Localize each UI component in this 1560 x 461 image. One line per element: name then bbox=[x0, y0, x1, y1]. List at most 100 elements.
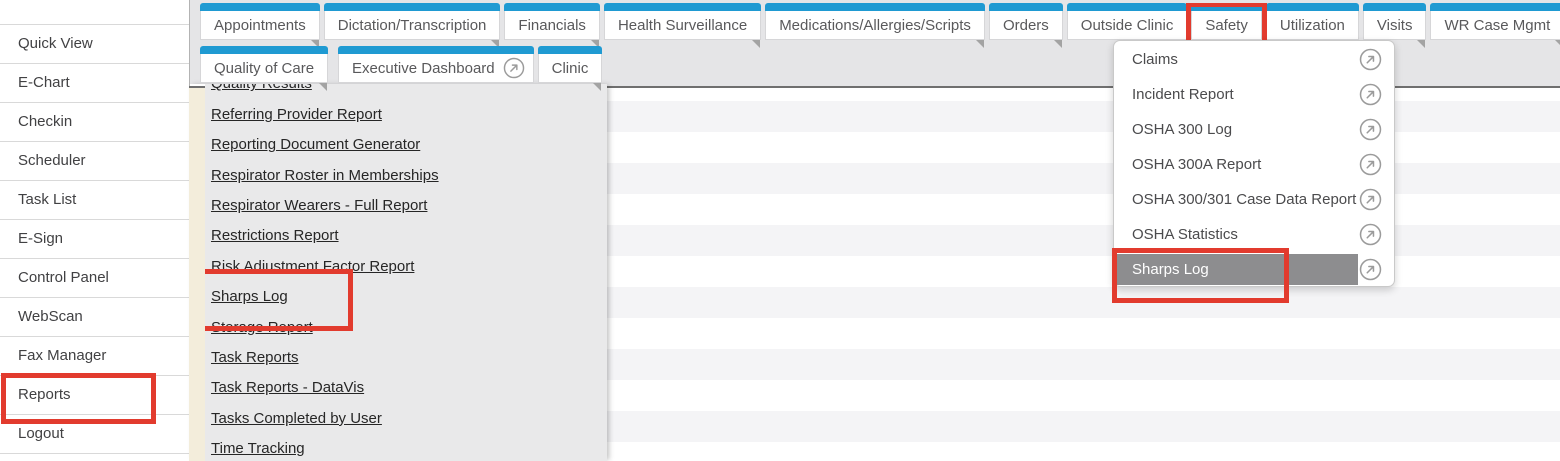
sidebar-item-label: Control Panel bbox=[18, 269, 109, 286]
sidebar-item[interactable]: E-Sign bbox=[0, 220, 189, 259]
sidebar-item[interactable]: Reports bbox=[0, 376, 189, 415]
module-tab[interactable]: WR Case Mgmt bbox=[1430, 3, 1560, 51]
module-tab[interactable]: Quality of Care bbox=[200, 46, 328, 94]
safety-menu-item[interactable]: Sharps Log bbox=[1114, 252, 1394, 287]
report-link[interactable]: Respirator Roster in Memberships bbox=[211, 167, 439, 184]
tab-accent-bar bbox=[1430, 3, 1560, 11]
tab-label: Safety bbox=[1205, 17, 1248, 34]
sidebar-item[interactable]: Checkin bbox=[0, 103, 189, 142]
sidebar-item-clipped bbox=[0, 0, 189, 25]
module-tab[interactable]: Orders bbox=[989, 3, 1063, 51]
sidebar-item[interactable]: Task List bbox=[0, 181, 189, 220]
safety-menu-item[interactable]: OSHA 300/301 Case Data Report bbox=[1114, 182, 1394, 217]
tab-accent-bar bbox=[989, 3, 1063, 11]
report-link[interactable]: Sharps Log bbox=[211, 288, 288, 305]
open-in-new-icon[interactable] bbox=[1359, 118, 1382, 141]
sidebar-item-label: E-Sign bbox=[18, 230, 63, 247]
open-in-new-icon[interactable] bbox=[1359, 48, 1382, 71]
safety-menu-item[interactable]: OSHA Statistics bbox=[1114, 217, 1394, 252]
report-link[interactable]: Time Tracking bbox=[211, 440, 305, 457]
report-link-row: Time Tracking bbox=[205, 432, 607, 461]
open-in-new-icon[interactable] bbox=[1359, 83, 1382, 106]
report-link[interactable]: Task Reports bbox=[211, 349, 299, 366]
module-tab[interactable]: Health Surveillance bbox=[604, 3, 761, 51]
open-in-new-icon[interactable] bbox=[1359, 223, 1382, 246]
tab-accent-bar bbox=[338, 46, 534, 54]
tab-accent-bar bbox=[504, 3, 600, 11]
sidebar-item[interactable]: Control Panel bbox=[0, 259, 189, 298]
report-link-row: Sharps Log bbox=[205, 280, 607, 310]
report-link[interactable]: Risk Adjustment Factor Report bbox=[211, 258, 414, 275]
report-link-list: Quality Results Referring Provider Repor… bbox=[205, 84, 607, 461]
sidebar-item-label: WebScan bbox=[18, 308, 83, 325]
module-tab[interactable]: Financials bbox=[504, 3, 600, 51]
module-tab[interactable]: Appointments bbox=[200, 3, 320, 51]
safety-menu-item[interactable]: Claims bbox=[1114, 42, 1394, 77]
menu-item-label: OSHA 300/301 Case Data Report bbox=[1132, 191, 1356, 208]
report-link[interactable]: Reporting Document Generator bbox=[211, 136, 420, 153]
tab-label: Financials bbox=[518, 17, 586, 34]
tab-label: Orders bbox=[1003, 17, 1049, 34]
tab-accent-bar bbox=[538, 46, 603, 54]
module-tab[interactable]: Clinic bbox=[538, 46, 603, 94]
report-link[interactable]: Referring Provider Report bbox=[211, 106, 382, 123]
menu-item-label: Sharps Log bbox=[1132, 261, 1209, 278]
tab-label: Visits bbox=[1377, 17, 1413, 34]
safety-menu-item[interactable]: OSHA 300A Report bbox=[1114, 147, 1394, 182]
tab-accent-bar bbox=[200, 3, 320, 11]
report-link-row: Respirator Wearers - Full Report bbox=[205, 189, 607, 219]
sidebar-item-label: Logout bbox=[18, 425, 64, 442]
open-in-new-icon[interactable] bbox=[503, 57, 525, 79]
sidebar-item-label: Checkin bbox=[18, 113, 72, 130]
module-tab[interactable]: Executive Dashboard bbox=[338, 46, 534, 94]
sidebar-item-label: Quick View bbox=[18, 35, 93, 52]
open-in-new-icon[interactable] bbox=[1359, 188, 1382, 211]
report-link[interactable]: Restrictions Report bbox=[211, 227, 339, 244]
tab-label: WR Case Mgmt bbox=[1444, 17, 1550, 34]
menu-item-label: Claims bbox=[1132, 51, 1178, 68]
sidebar-item[interactable]: Scheduler bbox=[0, 142, 189, 181]
tab-accent-bar bbox=[200, 46, 328, 54]
tab-accent-bar bbox=[604, 3, 761, 11]
report-link-row: Reporting Document Generator bbox=[205, 128, 607, 158]
safety-menu-item[interactable]: Incident Report bbox=[1114, 77, 1394, 112]
report-link-row: Respirator Roster in Memberships bbox=[205, 158, 607, 188]
sidebar-item[interactable]: Quick View bbox=[0, 25, 189, 64]
tab-label: Executive Dashboard bbox=[352, 60, 495, 77]
report-link-row: Restrictions Report bbox=[205, 219, 607, 249]
module-tab[interactable]: Dictation/Transcription bbox=[324, 3, 501, 51]
tab-label: Quality of Care bbox=[214, 60, 314, 77]
content-area bbox=[607, 84, 1560, 461]
reports-flyout-panel: Quality Results Referring Provider Repor… bbox=[189, 84, 607, 461]
report-link-row: Tasks Completed by User bbox=[205, 401, 607, 431]
report-link[interactable]: Respirator Wearers - Full Report bbox=[211, 197, 427, 214]
report-link[interactable]: Tasks Completed by User bbox=[211, 410, 382, 427]
tab-accent-bar bbox=[324, 3, 501, 11]
sidebar-item-label: Fax Manager bbox=[18, 347, 106, 364]
safety-menu-item[interactable]: OSHA 300 Log bbox=[1114, 112, 1394, 147]
report-link[interactable]: Storage Report bbox=[211, 319, 313, 336]
content-empty-rows bbox=[607, 88, 1560, 461]
tab-accent-bar bbox=[765, 3, 985, 11]
tab-accent-bar bbox=[1363, 3, 1427, 11]
menu-item-label: OSHA 300 Log bbox=[1132, 121, 1232, 138]
report-link[interactable]: Task Reports - DataVis bbox=[211, 379, 364, 396]
sidebar-item[interactable]: Fax Manager bbox=[0, 337, 189, 376]
sidebar-item[interactable]: Logout bbox=[0, 415, 189, 454]
tab-label: Outside Clinic bbox=[1081, 17, 1174, 34]
report-link-row: Referring Provider Report bbox=[205, 97, 607, 127]
sidebar-item-label: Reports bbox=[18, 386, 71, 403]
sidebar-item-label: E-Chart bbox=[18, 74, 70, 91]
panel-left-gutter bbox=[189, 88, 205, 461]
tab-label: Appointments bbox=[214, 17, 306, 34]
tab-label: Dictation/Transcription bbox=[338, 17, 487, 34]
tab-label: Clinic bbox=[552, 60, 589, 77]
module-tab[interactable]: Medications/Allergies/Scripts bbox=[765, 3, 985, 51]
sidebar: Quick View E-Chart Checkin Scheduler Tas… bbox=[0, 0, 190, 461]
sidebar-item-label: Scheduler bbox=[18, 152, 86, 169]
open-in-new-icon[interactable] bbox=[1359, 258, 1382, 281]
sidebar-item[interactable]: E-Chart bbox=[0, 64, 189, 103]
open-in-new-icon[interactable] bbox=[1359, 153, 1382, 176]
report-link-row: Task Reports bbox=[205, 341, 607, 371]
sidebar-item[interactable]: WebScan bbox=[0, 298, 189, 337]
